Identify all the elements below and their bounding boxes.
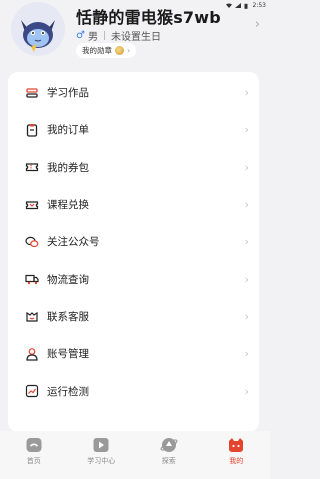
menu-item-customer-service[interactable]: 联系客服 ›: [8, 298, 259, 335]
menu-item-exchange[interactable]: 课程兑换 ›: [8, 186, 259, 223]
account-icon: [25, 347, 39, 361]
mine-icon: [227, 436, 245, 454]
username: 恬静的雷电猴s7wb: [76, 8, 221, 27]
menu-item-label: 学习作品: [47, 87, 89, 100]
chevron-right-icon: ›: [127, 46, 131, 55]
menu-item-label: 物流查询: [47, 273, 89, 286]
tab-explore[interactable]: 探索: [135, 436, 203, 466]
menu-item-label: 联系客服: [47, 310, 89, 323]
home-icon: [25, 436, 43, 454]
chevron-right-icon: ›: [244, 86, 249, 100]
menu-item-coupons[interactable]: 我的券包 ›: [8, 149, 259, 186]
menu-item-account[interactable]: 账号管理 ›: [8, 335, 259, 372]
chevron-right-icon: ›: [244, 160, 249, 174]
tab-mine[interactable]: 我的: [203, 436, 271, 466]
divider: [103, 31, 105, 40]
play-icon: [92, 436, 110, 454]
avatar[interactable]: [11, 2, 65, 56]
gender-label: 男: [87, 32, 98, 43]
chevron-right-icon: ›: [244, 309, 249, 323]
exchange-icon: [25, 198, 39, 212]
tab-learning-center[interactable]: 学习中心: [68, 436, 136, 466]
chevron-right-icon: ›: [244, 384, 249, 398]
menu-item-follow-account[interactable]: 关注公众号 ›: [8, 223, 259, 260]
order-icon: [25, 123, 39, 137]
menu-item-label: 账号管理: [47, 348, 89, 361]
my-badges-button[interactable]: 我的勋章 ›: [76, 43, 137, 58]
chevron-right-icon[interactable]: ›: [255, 17, 260, 32]
chevron-right-icon: ›: [244, 272, 249, 286]
truck-icon: [25, 272, 39, 286]
tab-home[interactable]: 首页: [0, 436, 68, 466]
tab-label: 我的: [229, 457, 244, 465]
menu-item-label: 我的券包: [47, 161, 89, 174]
service-icon: [25, 309, 39, 323]
menu-item-label: 课程兑换: [47, 199, 89, 212]
menu-list: 学习作品 › 我的订单 › 我的券包 › 课程兑换 › 关注公众号 › 物流查询: [8, 72, 259, 432]
badge-label: 我的勋章: [82, 46, 112, 55]
menu-item-label: 我的订单: [47, 124, 89, 137]
coupon-icon: [25, 160, 39, 174]
menu-item-orders[interactable]: 我的订单 ›: [8, 111, 259, 148]
birthday-label: 未设置生日: [110, 32, 161, 43]
tab-label: 学习中心: [87, 457, 116, 465]
tab-label: 首页: [26, 457, 41, 465]
male-icon: ♂: [76, 30, 85, 41]
menu-item-works[interactable]: 学习作品 ›: [8, 74, 259, 111]
chart-icon: [25, 384, 39, 398]
wechat-icon: [25, 235, 39, 249]
medal-icon: [115, 46, 124, 55]
chevron-right-icon: ›: [244, 123, 249, 137]
chevron-right-icon: ›: [244, 235, 249, 249]
menu-item-label: 运行检测: [47, 385, 89, 398]
menu-item-diagnostics[interactable]: 运行检测 ›: [8, 372, 259, 409]
tab-label: 探索: [161, 457, 176, 465]
chevron-right-icon: ›: [244, 347, 249, 361]
bottom-tab-bar: 首页 学习中心 探索 我的: [0, 431, 270, 479]
menu-item-logistics[interactable]: 物流查询 ›: [8, 260, 259, 297]
explore-icon: [160, 436, 178, 454]
menu-item-label: 关注公众号: [47, 236, 100, 249]
profile-header[interactable]: 恬静的雷电猴s7wb ♂ 男 未设置生日 我的勋章 › ›: [0, 0, 270, 66]
chevron-right-icon: ›: [244, 198, 249, 212]
gender-birthday-row: ♂ 男 未设置生日: [76, 28, 161, 43]
works-icon: [25, 86, 39, 100]
